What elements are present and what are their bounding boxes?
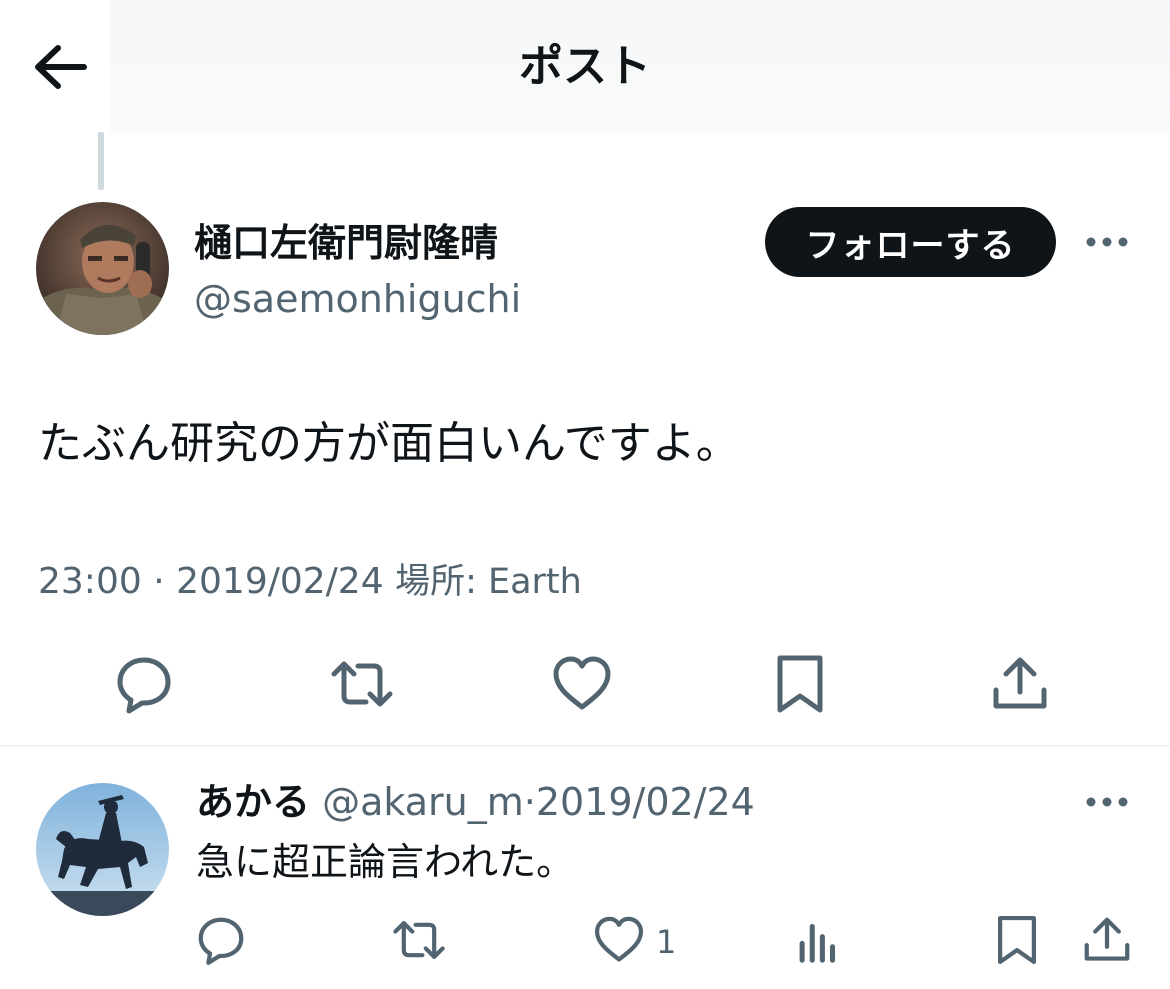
share-icon xyxy=(993,657,1047,709)
reply-like-count: 1 xyxy=(656,923,677,961)
reply-bookmark-button[interactable] xyxy=(990,913,1044,971)
reply-icon xyxy=(198,917,244,965)
reply-header: あかる @akaru_m·2019/02/24 xyxy=(196,776,755,828)
reply-share-button[interactable] xyxy=(1080,913,1134,971)
reply-date[interactable]: 2019/02/24 xyxy=(536,780,755,824)
retweet-icon xyxy=(393,921,445,959)
thread-connector-line xyxy=(98,132,104,190)
avatar-image xyxy=(36,783,169,916)
more-horizontal-icon xyxy=(1086,237,1128,247)
more-options-button[interactable] xyxy=(1082,228,1132,256)
retweet-icon xyxy=(331,661,393,707)
like-icon xyxy=(594,916,644,962)
reply-author-handle[interactable]: @akaru_m xyxy=(322,780,524,824)
reply-author-name[interactable]: あかる xyxy=(196,780,310,824)
more-horizontal-icon xyxy=(1086,797,1128,807)
bookmark-icon xyxy=(777,655,823,713)
reply-action-button[interactable] xyxy=(112,652,176,720)
page-title: ポスト xyxy=(519,41,651,92)
reply-views-button[interactable] xyxy=(792,913,846,971)
share-icon xyxy=(1084,917,1130,961)
follow-button[interactable]: フォローする xyxy=(765,207,1056,277)
bookmark-icon xyxy=(998,915,1036,965)
like-action-button[interactable] xyxy=(550,652,614,720)
reply-author-avatar[interactable] xyxy=(36,783,169,916)
bookmark-action-button[interactable] xyxy=(768,652,832,720)
post-time[interactable]: 23:00 xyxy=(38,561,142,602)
author-handle[interactable]: @saemonhiguchi xyxy=(194,274,521,324)
author-avatar[interactable] xyxy=(36,202,169,335)
post-date[interactable]: 2019/02/24 xyxy=(176,561,384,602)
reply-text: 急に超正論言われた。 xyxy=(196,840,575,884)
avatar-image xyxy=(36,202,169,335)
share-action-button[interactable] xyxy=(988,652,1052,720)
views-icon xyxy=(799,923,836,963)
reply-separator: · xyxy=(523,780,536,824)
meta-separator: · xyxy=(153,561,165,602)
post-text: たぶん研究の方が面白いんですよ。 xyxy=(38,418,740,469)
reply-more-options-button[interactable] xyxy=(1082,788,1132,816)
retweet-action-button[interactable] xyxy=(330,652,394,720)
divider xyxy=(0,745,1170,747)
post-meta: 23:00 · 2019/02/24 場所: Earth xyxy=(38,556,582,608)
reply-icon xyxy=(117,657,171,714)
reply-retweet-button[interactable] xyxy=(392,913,446,971)
like-icon xyxy=(553,656,611,710)
reply-reply-button[interactable] xyxy=(194,913,248,971)
post-location: 場所: Earth xyxy=(395,562,582,602)
reply-like-button[interactable] xyxy=(592,913,646,971)
author-display-name[interactable]: 樋口左衛門尉隆晴 xyxy=(194,218,498,268)
